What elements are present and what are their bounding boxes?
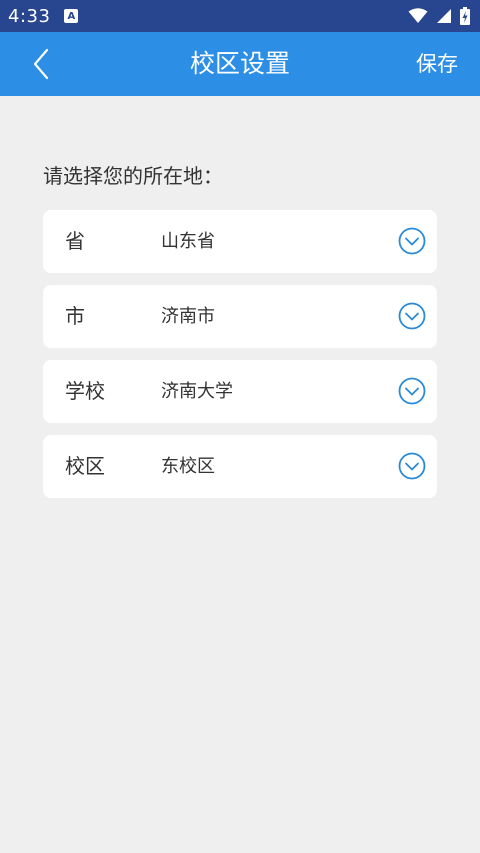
chevron-down-circle-icon[interactable] [398, 452, 426, 480]
status-time: 4:33 [8, 5, 51, 27]
province-value: 山东省 [161, 231, 215, 252]
school-value: 济南大学 [161, 381, 233, 402]
notification-icon: A [64, 9, 79, 23]
city-selector[interactable]: 市 济南市 [43, 285, 437, 348]
back-button[interactable] [26, 46, 56, 82]
app-bar: 校区设置 保存 [0, 32, 480, 96]
page-title: 校区设置 [189, 49, 290, 78]
province-selector[interactable]: 省 山东省 [43, 210, 437, 273]
campus-label: 校区 [65, 454, 105, 478]
status-bar: 4:33 A [0, 0, 480, 32]
location-prompt: 请选择您的所在地： [43, 164, 223, 188]
save-button[interactable]: 保存 [416, 32, 458, 96]
chevron-down-circle-icon[interactable] [398, 227, 426, 255]
battery-icon [460, 7, 470, 25]
city-label: 市 [65, 304, 85, 328]
province-label: 省 [65, 229, 85, 253]
chevron-left-icon [33, 48, 49, 80]
status-indicators [408, 7, 470, 25]
city-value: 济南市 [161, 306, 215, 327]
wifi-icon [408, 8, 428, 23]
signal-icon [437, 9, 451, 23]
school-label: 学校 [65, 379, 105, 403]
campus-value: 东校区 [161, 456, 215, 477]
school-selector[interactable]: 学校 济南大学 [43, 360, 437, 423]
campus-selector[interactable]: 校区 东校区 [43, 435, 437, 498]
chevron-down-circle-icon[interactable] [398, 377, 426, 405]
chevron-down-circle-icon[interactable] [398, 302, 426, 330]
